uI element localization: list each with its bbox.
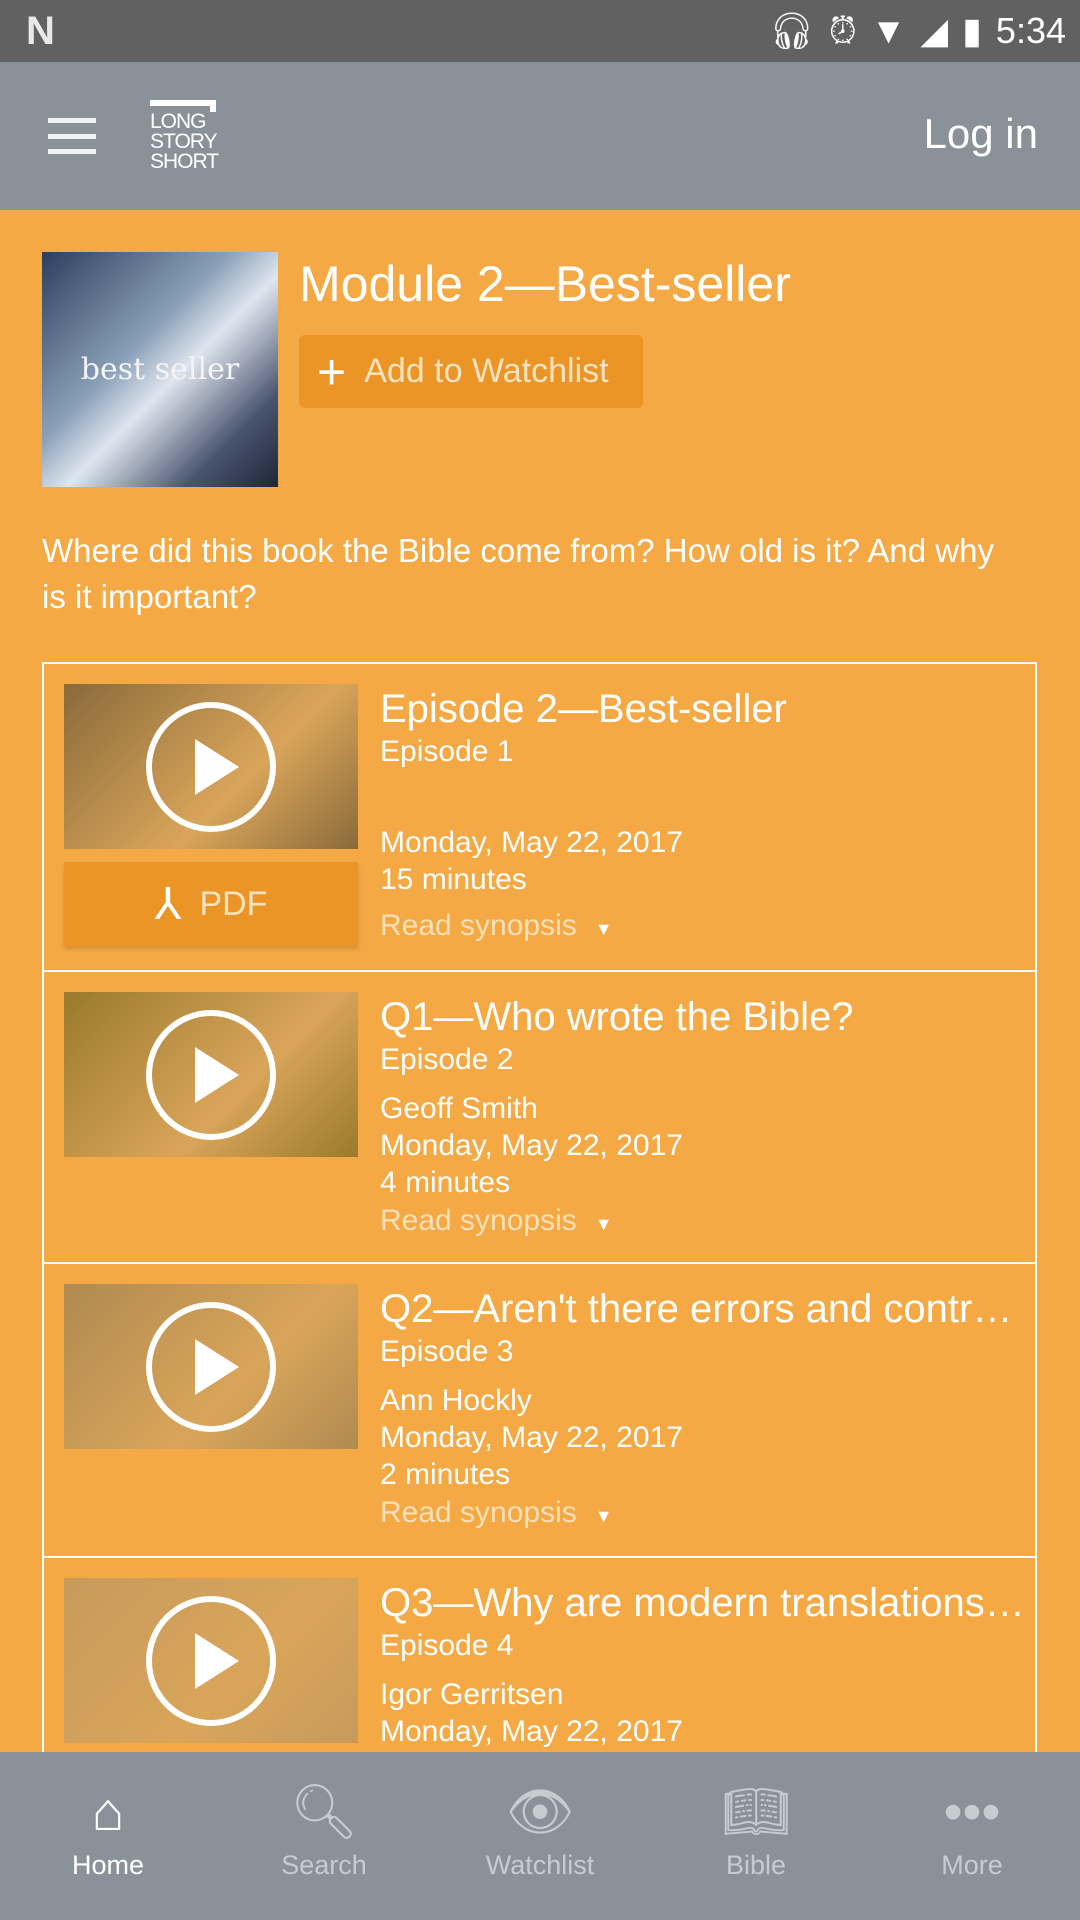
episode-date: Monday, May 22, 2017 <box>380 1421 683 1454</box>
acrobat-icon: ⅄ <box>154 879 182 929</box>
nav-watchlist[interactable]: 👁︎ Watchlist <box>432 1752 648 1920</box>
module-thumbnail: best seller <box>42 252 278 487</box>
episode-date: Monday, May 22, 2017 <box>380 1715 683 1748</box>
episode-number: Episode 2 <box>380 1043 514 1076</box>
episode-title[interactable]: Episode 2—Best-seller <box>380 684 1025 734</box>
video-thumbnail[interactable] <box>64 684 358 849</box>
episode-date: Monday, May 22, 2017 <box>380 826 683 859</box>
module-title: Module 2—Best-seller <box>299 256 791 312</box>
app-bar: LONG STORY SHORT Log in <box>0 62 1080 210</box>
nav-bible[interactable]: 📖︎ Bible <box>648 1752 864 1920</box>
nav-search[interactable]: 🔍︎ Search <box>216 1752 432 1920</box>
play-icon[interactable] <box>146 701 276 832</box>
add-to-watchlist-button[interactable]: + Add to Watchlist <box>299 335 643 408</box>
episode-number: Episode 3 <box>380 1335 514 1368</box>
read-synopsis-toggle[interactable]: Read synopsis ▼ <box>380 1493 1025 1536</box>
more-icon: ••• <box>943 1782 1001 1842</box>
signal-icon: ◢ <box>920 10 949 51</box>
read-synopsis-toggle[interactable]: Read synopsis ▼ <box>380 1201 1025 1244</box>
menu-icon[interactable] <box>48 118 96 154</box>
bottom-nav: ⌂ Home 🔍︎ Search 👁︎ Watchlist 📖︎ Bible ••• More <box>0 1752 1080 1920</box>
eye-icon: 👁︎ <box>505 1782 575 1842</box>
module-description: Where did this book the Bible come from?… <box>42 532 994 615</box>
video-thumbnail[interactable] <box>64 992 358 1157</box>
play-icon[interactable] <box>146 1595 276 1726</box>
episode-duration: 2 minutes <box>380 1458 511 1491</box>
episode-list: ⅄ PDF Episode 2—Best-seller Episode 1 Monday… <box>42 662 1037 1762</box>
nav-more[interactable]: ••• More <box>864 1752 1080 1920</box>
nav-home[interactable]: ⌂ Home <box>0 1752 216 1920</box>
pdf-button[interactable]: ⅄ PDF <box>64 862 358 946</box>
episode-row[interactable]: Q3—Why are modern translations… Episode 4… <box>44 1558 1035 1762</box>
episode-number: Episode 1 <box>380 735 514 768</box>
clock: 5:34 <box>995 10 1066 51</box>
status-bar: N 🎧︎ ⏰︎ ▼ ◢ ▮ 5:34 <box>0 0 1080 62</box>
episode-title[interactable]: Q3—Why are modern translations… <box>380 1578 1025 1628</box>
read-synopsis-toggle[interactable]: Read synopsis ▼ <box>380 906 1025 949</box>
episode-duration: 15 minutes <box>380 863 527 896</box>
wifi-icon: ▼ <box>870 10 907 51</box>
episode-date: Monday, May 22, 2017 <box>380 1129 683 1162</box>
episode-title[interactable]: Q1—Who wrote the Bible? <box>380 992 1025 1042</box>
headphones-icon: 🎧︎ <box>768 10 815 51</box>
caret-down-icon: ▼ <box>594 919 613 939</box>
caret-down-icon: ▼ <box>594 1506 613 1526</box>
video-thumbnail[interactable] <box>64 1284 358 1449</box>
caret-down-icon: ▼ <box>594 1214 613 1234</box>
episode-author: Igor Gerritsen <box>380 1678 564 1711</box>
episode-duration: 4 minutes <box>380 1166 511 1199</box>
episode-author: Geoff Smith <box>380 1092 538 1125</box>
search-icon: 🔍︎ <box>289 1782 359 1842</box>
login-button[interactable]: Log in <box>924 110 1038 158</box>
plus-icon: + <box>317 343 347 400</box>
battery-charging-icon: ▮ <box>962 10 982 51</box>
episode-number: Episode 4 <box>380 1629 514 1662</box>
notification-n-icon: N <box>26 8 55 53</box>
home-icon: ⌂ <box>91 1782 125 1842</box>
logo[interactable]: LONG STORY SHORT <box>150 100 219 172</box>
play-icon[interactable] <box>146 1301 276 1432</box>
episode-author: Ann Hockly <box>380 1384 532 1417</box>
episode-row[interactable]: Q2—Aren't there errors and contr… Episode… <box>44 1264 1035 1558</box>
book-icon: 📖︎ <box>721 1782 791 1842</box>
video-thumbnail[interactable] <box>64 1578 358 1743</box>
alarm-icon: ⏰︎ <box>828 9 857 51</box>
episode-row[interactable]: Q1—Who wrote the Bible? Episode 2 Geoff Sm… <box>44 972 1035 1264</box>
episode-title[interactable]: Q2—Aren't there errors and contr… <box>380 1284 1025 1334</box>
play-icon[interactable] <box>146 1009 276 1140</box>
episode-row[interactable]: ⅄ PDF Episode 2—Best-seller Episode 1 Monday… <box>44 664 1035 972</box>
